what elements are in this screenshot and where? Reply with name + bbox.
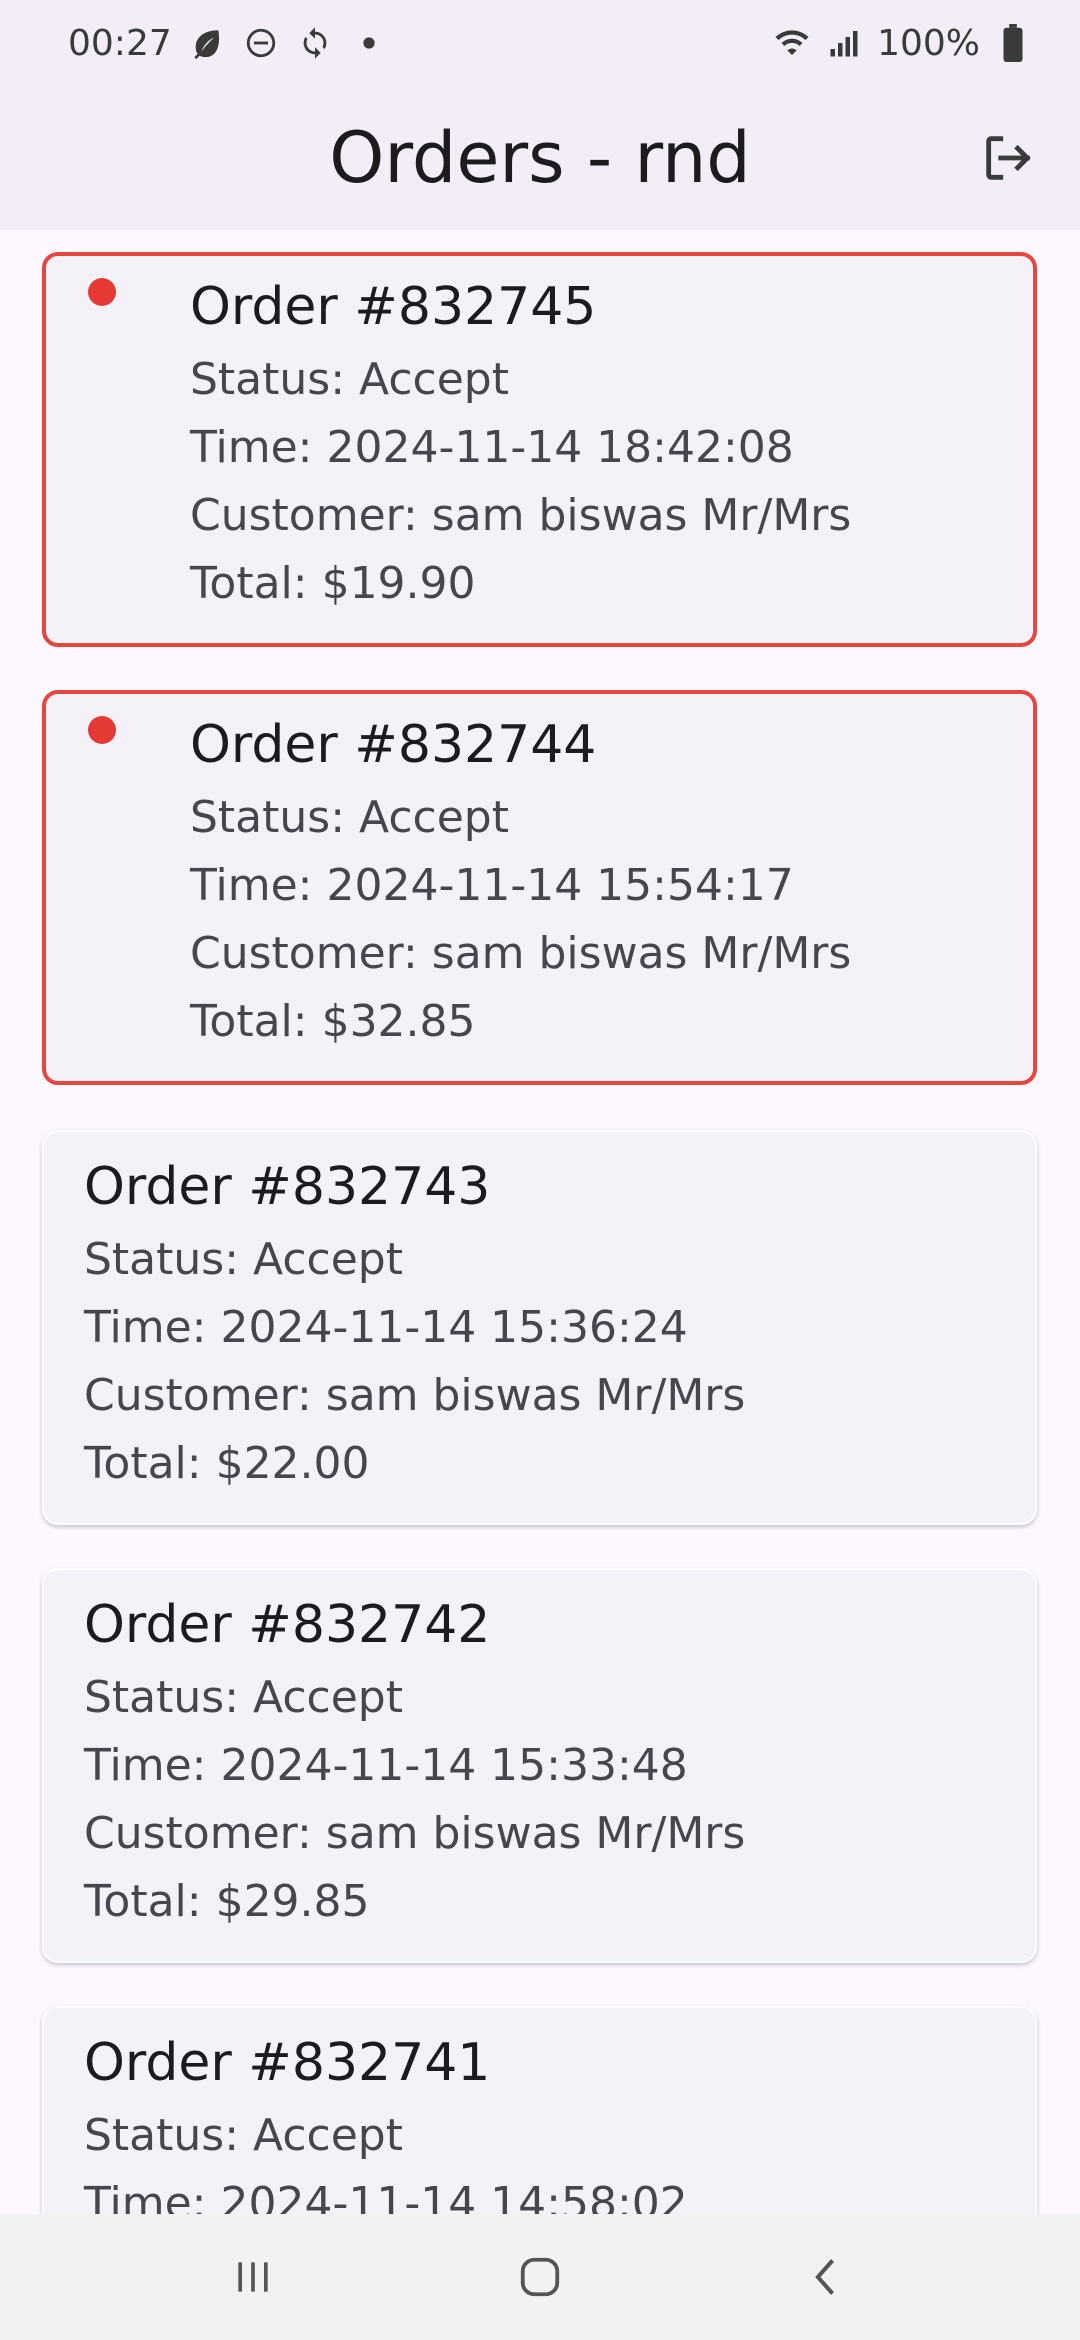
order-card-body: Order #832741 Status: Accept Time: 2024-… — [84, 2030, 1015, 2214]
back-button[interactable] — [777, 2227, 877, 2327]
screen: 00:27 100% Orders - rnd Order #832745 St… — [0, 0, 1080, 2340]
app-bar: Orders - rnd — [0, 86, 1080, 230]
order-card[interactable]: Order #832741 Status: Accept Time: 2024-… — [42, 2006, 1037, 2214]
status-bar-left: 00:27 — [68, 23, 388, 64]
order-total: Total: $32.85 — [190, 996, 476, 1047]
order-title: Order #832745 — [190, 277, 597, 337]
order-total: Total: $19.90 — [190, 558, 476, 609]
order-time: Time: 2024-11-14 15:54:17 — [190, 860, 794, 911]
order-customer: Customer: sam biswas Mr/Mrs — [84, 1370, 746, 1421]
sync-icon — [296, 24, 334, 62]
order-card[interactable]: Order #832743 Status: Accept Time: 2024-… — [42, 1130, 1037, 1525]
unread-dot — [88, 278, 116, 306]
navigation-bar — [0, 2214, 1080, 2340]
order-total: Total: $29.85 — [84, 1876, 370, 1927]
order-status: Status: Accept — [190, 792, 509, 843]
order-status: Status: Accept — [84, 1672, 403, 1723]
signal-icon — [825, 24, 863, 62]
order-time: Time: 2024-11-14 15:36:24 — [84, 1302, 688, 1353]
order-title: Order #832743 — [84, 1157, 491, 1217]
status-bar-right: 100% — [773, 23, 1032, 64]
order-card-body: Order #832743 Status: Accept Time: 2024-… — [84, 1154, 1015, 1498]
order-customer: Customer: sam biswas Mr/Mrs — [190, 928, 852, 979]
dot-icon — [350, 24, 388, 62]
order-time: Time: 2024-11-14 18:42:08 — [190, 422, 794, 473]
order-customer: Customer: sam biswas Mr/Mrs — [84, 1808, 746, 1859]
status-bar: 00:27 100% — [0, 0, 1080, 86]
order-card-body: Order #832742 Status: Accept Time: 2024-… — [84, 1592, 1015, 1936]
order-status: Status: Accept — [84, 2110, 403, 2161]
logout-button[interactable] — [976, 126, 1040, 190]
clock: 00:27 — [68, 22, 172, 64]
order-title: Order #832742 — [84, 1595, 491, 1655]
page-title: Orders - rnd — [329, 117, 751, 199]
order-total: Total: $22.00 — [84, 1438, 370, 1489]
order-card[interactable]: Order #832744 Status: Accept Time: 2024-… — [42, 690, 1037, 1085]
order-title: Order #832744 — [190, 715, 597, 775]
order-card-body: Order #832745 Status: Accept Time: 2024-… — [190, 274, 1013, 618]
home-button[interactable] — [490, 2227, 590, 2327]
order-card[interactable]: Order #832742 Status: Accept Time: 2024-… — [42, 1568, 1037, 1963]
do-not-disturb-icon — [242, 24, 280, 62]
order-status: Status: Accept — [84, 1234, 403, 1285]
order-card[interactable]: Order #832745 Status: Accept Time: 2024-… — [42, 252, 1037, 647]
leaf-icon — [188, 24, 226, 62]
order-list[interactable]: Order #832745 Status: Accept Time: 2024-… — [0, 230, 1080, 2214]
recent-apps-icon — [238, 2262, 268, 2292]
battery-percent: 100% — [877, 22, 980, 64]
battery-icon — [994, 24, 1032, 62]
recent-apps-button[interactable] — [203, 2227, 303, 2327]
order-time: Time: 2024-11-14 14:58:02 — [84, 2178, 688, 2214]
wifi-icon — [773, 24, 811, 62]
back-icon — [814, 2259, 834, 2295]
order-card-body: Order #832744 Status: Accept Time: 2024-… — [190, 712, 1013, 1056]
logout-icon — [986, 136, 1031, 180]
order-title: Order #832741 — [84, 2033, 491, 2093]
home-icon — [520, 2257, 560, 2297]
order-time: Time: 2024-11-14 15:33:48 — [84, 1740, 688, 1791]
order-status: Status: Accept — [190, 354, 509, 405]
order-customer: Customer: sam biswas Mr/Mrs — [190, 490, 852, 541]
unread-dot — [88, 716, 116, 744]
